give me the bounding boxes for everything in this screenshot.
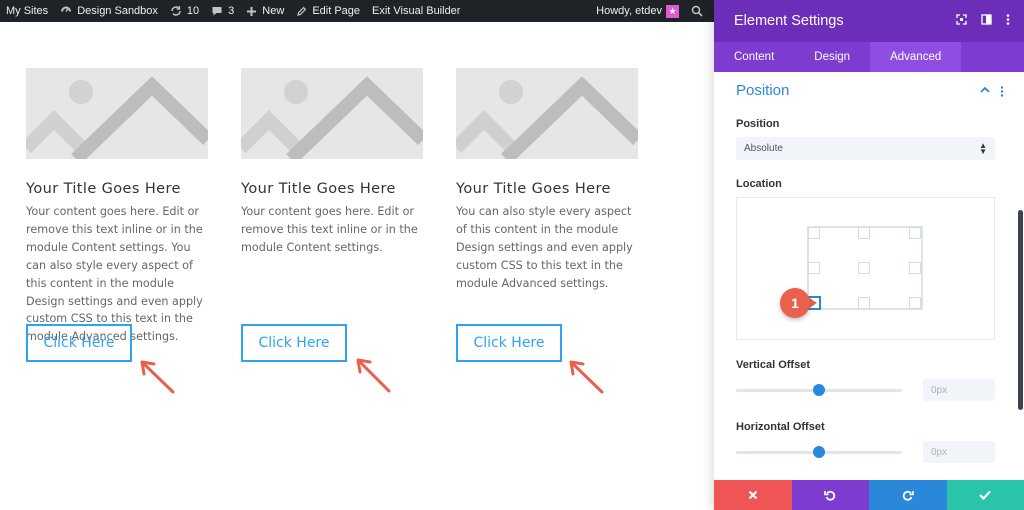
redo-icon <box>902 490 914 501</box>
admin-bar: My Sites Design Sandbox 10 3 New Edit Pa… <box>0 0 714 22</box>
location-top-left[interactable] <box>808 227 820 239</box>
exit-builder-link[interactable]: Exit Visual Builder <box>366 0 466 22</box>
annotation-arrow-icon <box>356 358 391 393</box>
annotation-arrow-icon <box>569 360 604 394</box>
element-settings-panel: Element Settings Content Design Advanced… <box>714 0 1024 510</box>
location-bottom-center[interactable] <box>858 297 870 309</box>
edit-page-link[interactable]: Edit Page <box>290 0 366 22</box>
slider-handle[interactable] <box>813 446 825 458</box>
click-here-button-3[interactable]: Click Here <box>456 324 562 362</box>
close-icon <box>748 490 758 500</box>
annotation-arrow-icon <box>140 360 175 394</box>
site-name-label: Design Sandbox <box>77 5 158 17</box>
dashboard-icon <box>61 6 72 12</box>
undo-icon <box>824 490 836 501</box>
split-view-icon[interactable] <box>981 14 992 25</box>
admin-search-button[interactable] <box>685 0 714 22</box>
plus-icon <box>247 6 257 16</box>
expand-icon[interactable] <box>956 14 967 25</box>
updates-link[interactable]: 10 <box>164 0 205 22</box>
howdy-label: Howdy, etdev <box>596 5 662 17</box>
search-icon <box>691 5 703 17</box>
updates-icon <box>171 6 181 16</box>
slider-handle[interactable] <box>813 384 825 396</box>
vertical-offset-label: Vertical Offset <box>736 359 810 371</box>
tab-advanced[interactable]: Advanced <box>870 42 962 72</box>
horizontal-offset-label: Horizontal Offset <box>736 421 825 433</box>
undo-button[interactable] <box>791 480 869 510</box>
vertical-offset-slider[interactable] <box>736 384 902 396</box>
screen: My Sites Design Sandbox 10 3 New Edit Pa… <box>0 0 1024 510</box>
location-center-left[interactable] <box>808 262 820 274</box>
site-name-link[interactable]: Design Sandbox <box>54 0 164 22</box>
tab-content[interactable]: Content <box>714 42 794 72</box>
location-label: Location <box>736 178 782 190</box>
panel-header: Element Settings <box>714 0 1024 42</box>
location-picker: 1 <box>736 197 995 340</box>
panel-footer <box>714 480 1024 510</box>
new-label: New <box>262 5 285 17</box>
my-sites-label: My Sites <box>6 5 49 17</box>
tab-design[interactable]: Design <box>794 42 870 72</box>
image-placeholder <box>26 68 208 159</box>
image-placeholder <box>456 68 638 159</box>
account-menu[interactable]: Howdy, etdev ★ <box>590 0 685 22</box>
redo-button[interactable] <box>869 480 947 510</box>
position-label: Position <box>736 118 780 130</box>
blurb-card-3: Your Title Goes Here You can also style … <box>456 68 638 293</box>
panel-tabs: Content Design Advanced <box>714 42 1024 72</box>
card-title: Your Title Goes Here <box>241 181 396 197</box>
more-options-icon[interactable] <box>1006 14 1010 25</box>
position-select-value: Absolute <box>744 143 783 154</box>
pencil-icon <box>297 6 307 16</box>
horizontal-offset-input[interactable]: 0px <box>923 441 995 463</box>
position-select[interactable]: Absolute ▲ ▼ <box>736 137 995 160</box>
exit-builder-label: Exit Visual Builder <box>372 5 461 17</box>
blurb-card-1: Your Title Goes Here Your content goes h… <box>26 68 208 346</box>
panel-body: Position Position Absolute ▲▼ Location <box>714 72 1024 480</box>
edit-page-label: Edit Page <box>312 5 361 17</box>
more-options-icon[interactable] <box>1000 86 1004 97</box>
avatar: ★ <box>666 4 679 18</box>
location-top-right[interactable] <box>909 227 921 239</box>
card-text: Your content goes here. Edit or remove t… <box>241 205 418 254</box>
location-center[interactable] <box>858 262 870 274</box>
horizontal-offset-slider[interactable] <box>736 446 902 458</box>
section-title-position[interactable]: Position <box>736 82 789 99</box>
new-link[interactable]: New <box>240 0 290 22</box>
select-arrows-icon: ▲ ▼ <box>979 141 987 156</box>
click-here-button-1[interactable]: Click Here <box>26 324 132 362</box>
my-sites-link[interactable]: My Sites <box>0 0 54 22</box>
comment-icon <box>212 7 222 16</box>
vertical-offset-input[interactable]: 0px <box>923 379 995 401</box>
panel-title: Element Settings <box>734 13 844 29</box>
annotation-badge: 1 <box>780 288 810 318</box>
location-bottom-right[interactable] <box>909 297 921 309</box>
click-here-button-2[interactable]: Click Here <box>241 324 347 362</box>
location-top-center[interactable] <box>858 227 870 239</box>
card-title: Your Title Goes Here <box>456 181 611 197</box>
comments-link[interactable]: 3 <box>205 0 240 22</box>
blurb-card-2: Your Title Goes Here Your content goes h… <box>241 68 423 257</box>
check-icon <box>979 490 992 500</box>
location-center-right[interactable] <box>909 262 921 274</box>
image-placeholder <box>241 68 423 159</box>
updates-count: 10 <box>186 5 200 17</box>
comments-count: 3 <box>228 5 235 17</box>
panel-scrollbar[interactable] <box>1018 210 1023 410</box>
card-text: You can also style every aspect of this … <box>456 205 633 290</box>
card-title: Your Title Goes Here <box>26 181 181 197</box>
chevron-up-icon[interactable] <box>980 86 990 94</box>
save-button[interactable] <box>946 480 1024 510</box>
discard-button[interactable] <box>714 480 792 510</box>
